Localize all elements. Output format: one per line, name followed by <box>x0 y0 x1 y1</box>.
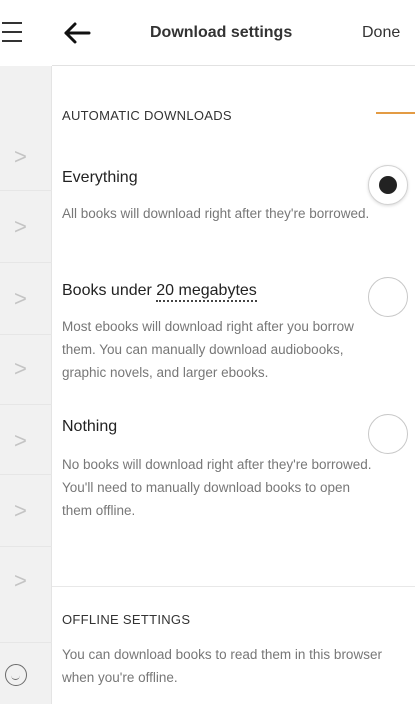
list-divider <box>0 404 52 405</box>
background-sidebar: > > > > > > > <box>0 0 52 704</box>
chevron-right-icon: > <box>14 428 27 453</box>
accent-line <box>376 112 415 114</box>
list-divider <box>0 262 52 263</box>
offline-settings-description: You can download books to read them in t… <box>62 647 382 685</box>
done-button[interactable]: Done <box>362 24 400 42</box>
chevron-right-icon: > <box>14 498 27 523</box>
list-divider <box>0 474 52 475</box>
option-books-under-prefix: Books under <box>62 282 157 299</box>
arrow-left-icon <box>64 22 91 44</box>
option-everything-description: All books will download right after they… <box>62 206 370 221</box>
chevron-right-icon: > <box>14 286 27 311</box>
option-nothing-label[interactable]: Nothing <box>62 418 117 436</box>
chevron-right-icon: > <box>14 214 27 239</box>
list-divider <box>0 546 52 547</box>
page-title: Download settings <box>150 24 293 41</box>
chevron-right-icon: > <box>14 568 27 593</box>
back-button[interactable] <box>62 18 92 48</box>
chevron-right-icon: > <box>14 144 27 169</box>
option-nothing-description: No books will download right after they'… <box>62 457 372 518</box>
radio-everything[interactable] <box>368 165 408 205</box>
hamburger-icon[interactable] <box>2 20 24 42</box>
radio-books-under[interactable] <box>368 277 408 317</box>
list-divider <box>0 190 52 191</box>
radio-nothing[interactable] <box>368 414 408 454</box>
size-limit-link[interactable]: 20 megabytes <box>156 282 257 302</box>
radio-selected-dot <box>379 176 397 194</box>
list-divider <box>0 642 52 643</box>
panel-header: Download settings Done <box>52 0 415 66</box>
section-divider <box>52 586 415 587</box>
smiley-icon[interactable] <box>5 664 27 686</box>
download-settings-panel: Download settings Done AUTOMATIC DOWNLOA… <box>52 0 415 704</box>
option-everything-label[interactable]: Everything <box>62 169 138 187</box>
offline-settings-heading: OFFLINE SETTINGS <box>62 612 191 627</box>
chevron-right-icon: > <box>14 356 27 381</box>
automatic-downloads-heading: AUTOMATIC DOWNLOADS <box>62 108 232 123</box>
list-divider <box>0 334 52 335</box>
option-books-under-description: Most ebooks will download right after yo… <box>62 319 354 380</box>
option-books-under-label[interactable]: Books under 20 megabytes <box>62 282 257 302</box>
background-header <box>0 0 52 66</box>
